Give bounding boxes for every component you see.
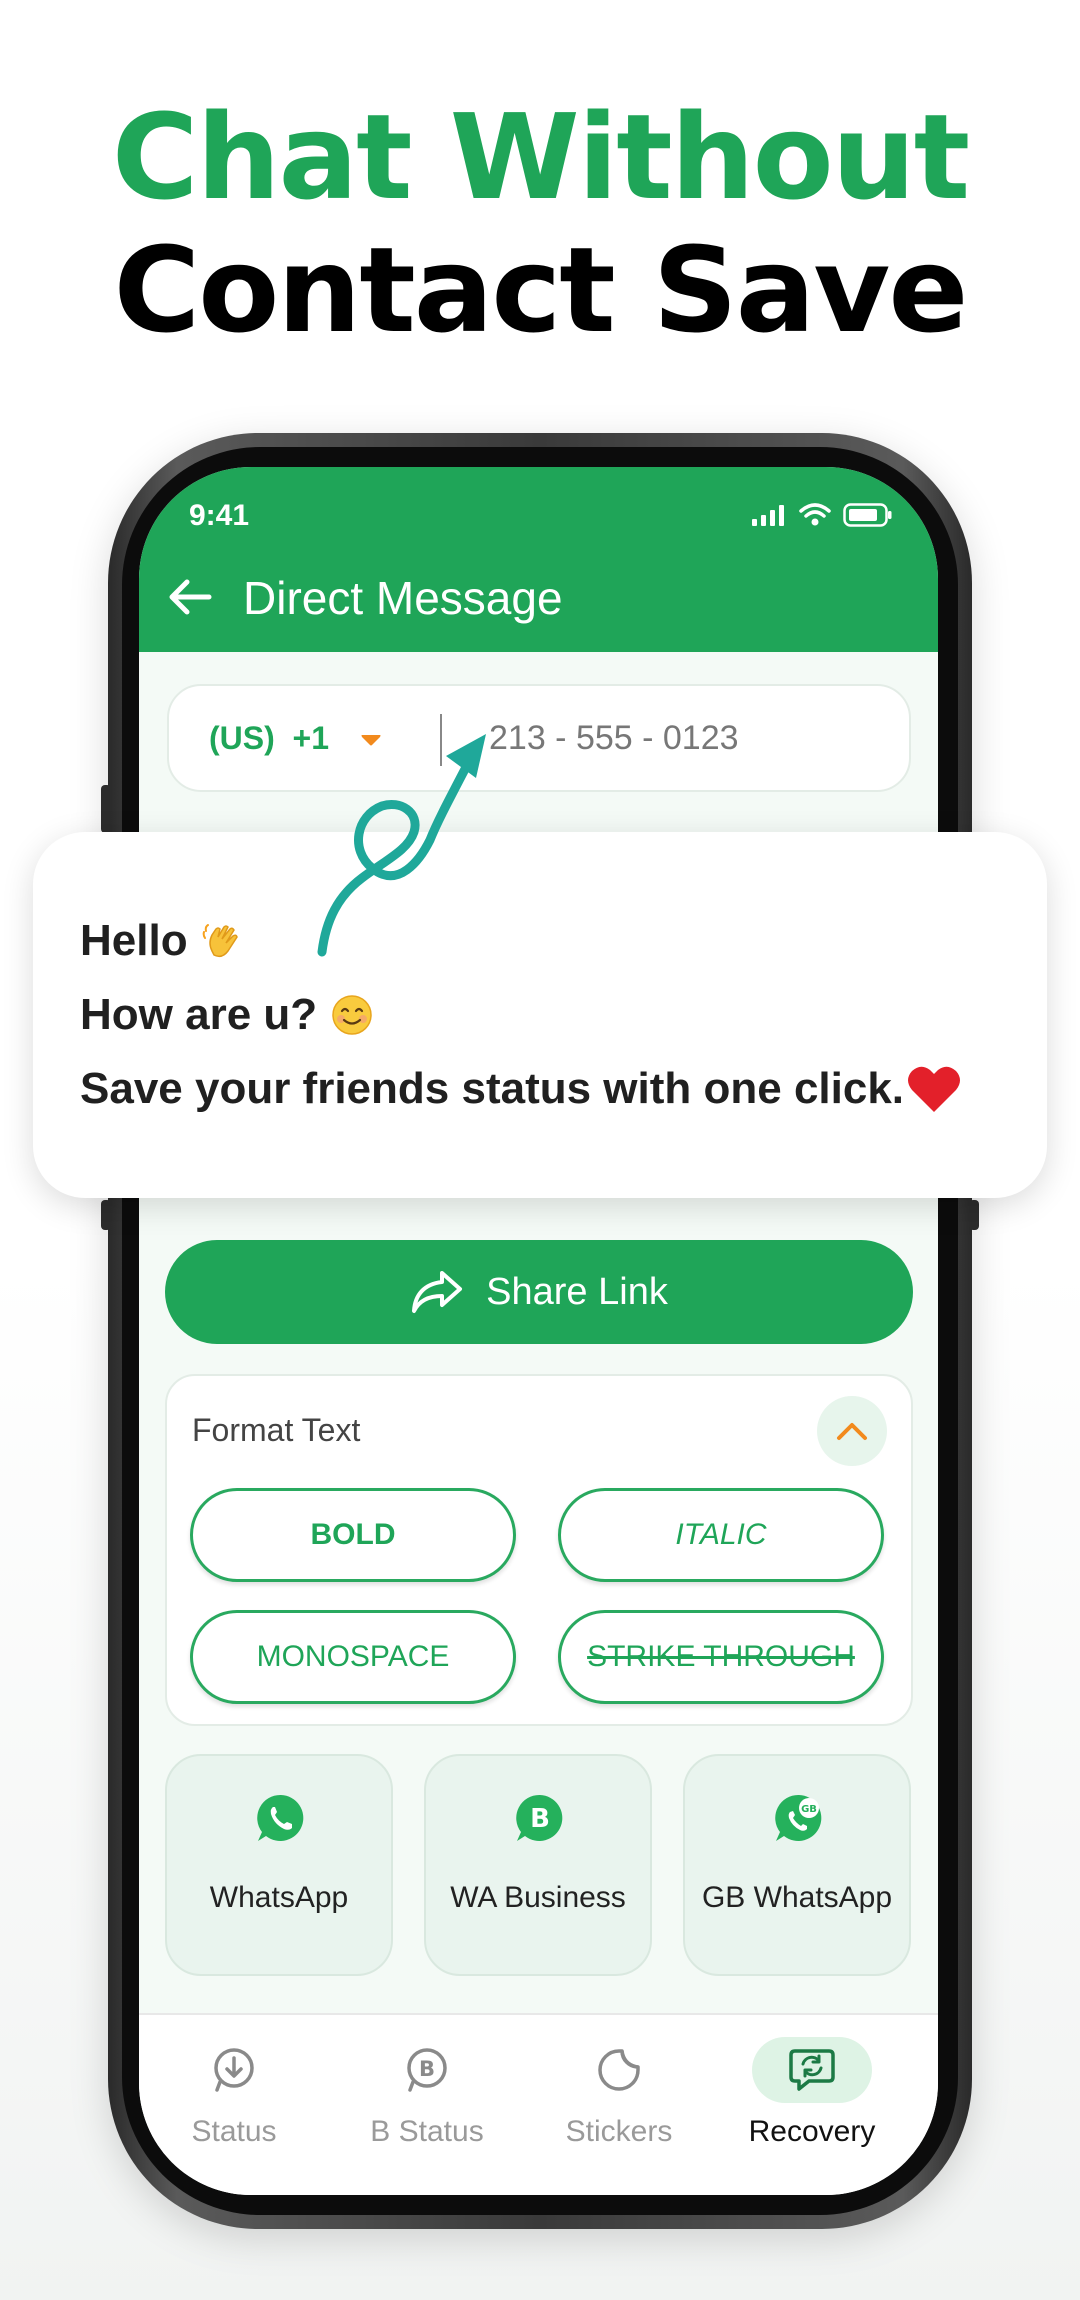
app-label: GB WhatsApp [701,1881,893,1914]
collapse-button[interactable] [817,1396,887,1466]
app-bar: 9:41 Direct Message [139,467,938,652]
app-card-gb-whatsapp[interactable]: GB GB WhatsApp [683,1754,911,1976]
share-link-button[interactable]: Share Link [165,1240,913,1344]
share-link-label: Share Link [486,1270,668,1313]
whatsapp-icon [257,1794,304,1841]
share-icon [412,1271,463,1313]
format-strikethrough-button[interactable]: STRIKE THROUGH [558,1610,884,1704]
format-italic-button[interactable]: ITALIC [558,1488,884,1582]
svg-text:B: B [530,1804,550,1834]
nav-label: B Status [370,2115,484,2148]
recovery-chat-icon [789,2049,835,2091]
message-text: Hello [80,916,188,965]
message-text: How are u? [80,990,318,1039]
wa-business-icon: B [516,1794,563,1841]
app-card-wa-business[interactable]: B WA Business [424,1754,652,1976]
phone-screen: 9:41 Direct Message (US) +1 213 - 555 - … [139,467,938,2195]
message-line-1: Hello [80,916,242,966]
nav-item-b-status[interactable]: B B Status [332,2037,522,2167]
format-monospace-button[interactable]: MONOSPACE [190,1610,516,1704]
app-label: WA Business [450,1881,626,1914]
smiling-face-icon [332,995,372,1035]
phone-side-button [101,785,111,833]
heart-icon [908,1066,961,1112]
curved-arrow-icon [317,734,486,957]
format-bold-button[interactable]: BOLD [190,1488,516,1582]
svg-text:GB: GB [801,1804,817,1815]
phone-side-button [969,1200,979,1230]
nav-item-stickers[interactable]: Stickers [524,2037,714,2167]
message-line-2: How are u? [80,990,373,1040]
phone-number-input[interactable]: 213 - 555 - 0123 [489,719,739,758]
signal-icon [752,505,784,526]
download-status-icon [214,2048,254,2092]
gb-whatsapp-icon: GB [775,1794,822,1841]
status-icons [751,503,893,527]
nav-label: Status [191,2115,277,2148]
format-text-title: Format Text [192,1412,361,1448]
format-text-card: Format Text BOLD ITALIC MONOSPACE STRIKE… [165,1374,913,1726]
message-line-3: Save your friends status with one click. [80,1064,962,1114]
nav-item-recovery[interactable]: Recovery [717,2037,907,2167]
app-card-whatsapp[interactable]: WhatsApp [165,1754,393,1976]
app-label: WhatsApp [209,1881,349,1914]
waving-hand-icon [202,924,238,958]
svg-text:B: B [419,2057,435,2081]
bottom-navigation: Status B B Status Stickers Recovery [139,2013,938,2195]
wifi-icon [799,503,831,526]
phone-number-field[interactable]: (US) +1 213 - 555 - 0123 [167,684,911,792]
chevron-up-icon [837,1423,867,1440]
phone-side-button [101,1200,111,1230]
back-arrow-icon[interactable] [165,572,215,622]
sticker-icon [598,2049,640,2091]
nav-label: Recovery [748,2115,876,2148]
status-time: 9:41 [189,499,250,532]
headline-line-2: Contact Save [113,221,969,359]
business-status-icon: B [407,2048,447,2092]
page-title: Direct Message [243,572,563,624]
headline-line-1: Chat Without [111,88,970,226]
nav-item-status[interactable]: Status [139,2037,329,2167]
message-preview-card: Hello How are u? Save your friends statu… [33,832,1047,1198]
message-text: Save your friends status with one click. [80,1064,905,1113]
nav-label: Stickers [565,2115,673,2148]
battery-icon [843,503,892,527]
